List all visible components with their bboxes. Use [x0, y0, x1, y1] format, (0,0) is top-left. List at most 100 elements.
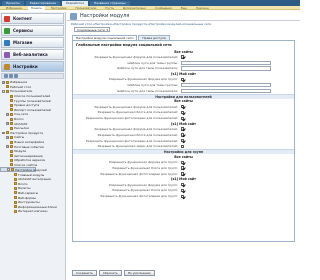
- folder-icon: [10, 168, 14, 172]
- enable-checkbox[interactable]: [181, 55, 185, 59]
- enable-checkbox[interactable]: [181, 182, 185, 187]
- sidebar-module[interactable]: Контент: [1, 13, 64, 24]
- folder-icon: [9, 94, 13, 98]
- tree-item-label: Список пользователей: [14, 94, 51, 99]
- breadcrumb-item[interactable]: Социальные сети: [184, 22, 212, 26]
- tree-item-label: Импорт пользователей: [14, 107, 51, 112]
- tree-item-label: Группы пользователей: [14, 98, 51, 103]
- enable-checkbox[interactable]: [181, 104, 185, 109]
- sec-tab-messages[interactable]: Сообщения: [152, 6, 175, 10]
- field-label: Разрешить функционал форума для пользова…: [94, 104, 179, 109]
- collapse-icon[interactable]: [4, 74, 8, 78]
- folder-icon: [5, 89, 9, 93]
- folder-icon: [13, 186, 17, 190]
- sec-tab-path[interactable]: Пусть: [102, 6, 117, 10]
- enable-checkbox[interactable]: [181, 166, 185, 170]
- enable-checkbox[interactable]: [181, 127, 185, 131]
- tab-access-rights[interactable]: Права доступа: [138, 35, 170, 40]
- enable-checkbox[interactable]: [181, 77, 185, 81]
- expand-toggle-icon[interactable]: +: [6, 113, 9, 116]
- expand-toggle-icon[interactable]: +: [2, 81, 5, 84]
- sec-tab-extra[interactable]: Дополнительно: [120, 6, 149, 10]
- folder-icon: [13, 200, 17, 204]
- tab-module-settings[interactable]: Настройки модуля социальной сети: [72, 35, 138, 40]
- field-label: Разрешить функционал форума для пользова…: [94, 54, 179, 59]
- folder-icon: [13, 209, 17, 213]
- reset-button[interactable]: Сбросить: [98, 270, 122, 276]
- sec-tab-users[interactable]: Пользователи: [73, 6, 100, 10]
- sidebar-module[interactable]: Веб-аналитика: [1, 49, 64, 60]
- tree-item-label: Соц.сети: [14, 112, 29, 117]
- tree-item[interactable]: Интернет-магазин: [0, 209, 65, 214]
- path-template-input[interactable]: [181, 66, 271, 71]
- tree-item-label: Интернет-магазин: [18, 209, 48, 214]
- tree-item-label: Блоги: [18, 181, 28, 186]
- enable-checkbox[interactable]: [181, 133, 185, 137]
- module-label: Магазин: [13, 40, 33, 45]
- form-row: Разрешить функционал фотогалереи для гру…: [73, 193, 294, 199]
- module-select[interactable]: Социальные сети ▾: [74, 27, 110, 32]
- folder-icon: [9, 135, 13, 139]
- main-content: Настройки модуля Рабочий стол → Настройк…: [67, 12, 300, 280]
- path-template-input[interactable]: [181, 60, 271, 65]
- enable-checkbox[interactable]: [181, 160, 185, 164]
- sidebar-tree: + Избранное Рабочий стол - Пользователи Списо…: [0, 80, 65, 214]
- path-template-input[interactable]: [181, 88, 271, 94]
- refresh-icon[interactable]: [14, 74, 18, 78]
- sidebar: Контент Сервисы Магазин Веб-аналитика Настро…: [0, 12, 66, 280]
- sec-tab-favorites[interactable]: Избранное: [3, 6, 25, 10]
- module-label: Контент: [13, 16, 32, 21]
- module-icon: [4, 27, 10, 34]
- module-label: Настройки: [13, 64, 38, 69]
- tree-item-label: Блоги: [14, 117, 24, 122]
- sidebar-module[interactable]: Магазин: [1, 37, 64, 48]
- sidebar-toolbar: [1, 73, 64, 79]
- enable-checkbox[interactable]: [181, 194, 185, 198]
- chevron-down-icon: ▾: [106, 27, 108, 32]
- sec-tab-finally[interactable]: Наконец: [193, 6, 212, 10]
- breadcrumb-item[interactable]: Рабочий стол: [71, 22, 92, 26]
- enable-checkbox[interactable]: [181, 116, 185, 120]
- sec-tab-more[interactable]: Еще: [178, 6, 190, 10]
- expand-toggle-icon[interactable]: -: [2, 90, 5, 93]
- tree-item-label: Веб-сервисы: [18, 190, 39, 195]
- field-label: Разрешить функционал блога для пользоват…: [97, 110, 178, 115]
- enable-checkbox[interactable]: [181, 144, 185, 149]
- sidebar-module[interactable]: Сервисы: [1, 25, 64, 36]
- expand-toggle-icon[interactable]: +: [6, 122, 9, 125]
- folder-icon: [13, 182, 17, 186]
- folder-icon: [9, 163, 13, 167]
- module-icon: [4, 63, 10, 70]
- breadcrumb-item[interactable]: Настройки: [95, 22, 112, 26]
- enable-checkbox[interactable]: [181, 188, 185, 193]
- tree-item-label: Список сайтов: [14, 162, 38, 167]
- defaults-button[interactable]: По умолчанию: [123, 270, 155, 276]
- page-title: Настройки модуля: [80, 13, 130, 19]
- path-template-input[interactable]: [181, 82, 271, 88]
- field-label: Разрешить функционал фотогалереи для гру…: [100, 194, 178, 199]
- save-button[interactable]: Сохранить: [72, 270, 97, 276]
- breadcrumb-item[interactable]: Настройки модулей: [149, 22, 181, 26]
- enable-checkbox[interactable]: [181, 172, 185, 176]
- sidebar-module[interactable]: Настройки: [1, 61, 64, 72]
- expand-icon[interactable]: [9, 74, 13, 78]
- expand-toggle-icon[interactable]: -: [7, 168, 10, 172]
- field-label: Разрешить функционал блога для пользоват…: [97, 132, 178, 137]
- folder-icon: [13, 177, 17, 181]
- expand-toggle-icon[interactable]: +: [6, 145, 9, 148]
- enable-checkbox[interactable]: [181, 138, 185, 143]
- folder-icon: [9, 126, 13, 130]
- folder-icon: [13, 205, 17, 209]
- breadcrumb-item[interactable]: Настройки продукта: [114, 22, 147, 26]
- expand-toggle-icon[interactable]: +: [6, 136, 9, 139]
- page-header: Настройки модуля: [67, 12, 300, 21]
- enable-checkbox[interactable]: [181, 110, 185, 115]
- sec-tab-panel[interactable]: Панель: [27, 5, 45, 10]
- tree-item-label: Избранное: [10, 80, 28, 85]
- panel-title: Глобальные настройки модуля социальной с…: [76, 43, 172, 47]
- field-label: Разрешить функционал фотогалереи для гру…: [100, 171, 178, 176]
- module-label: Веб-аналитика: [13, 52, 48, 57]
- expand-toggle-icon[interactable]: -: [2, 131, 5, 135]
- sec-tab-settings[interactable]: Настройки: [48, 6, 70, 10]
- folder-icon: [9, 103, 13, 107]
